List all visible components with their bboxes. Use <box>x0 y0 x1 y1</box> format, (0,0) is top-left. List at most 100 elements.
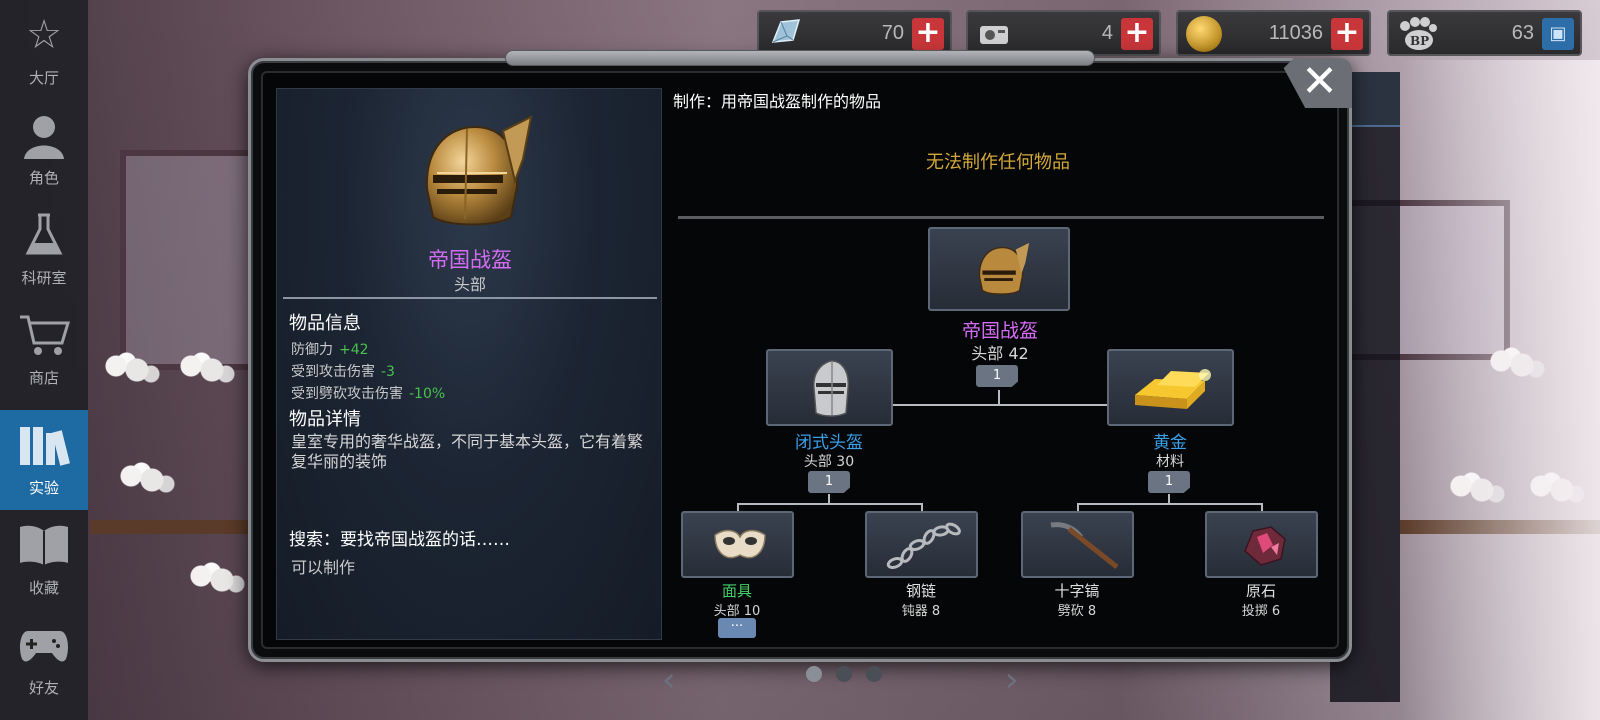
more-button[interactable]: ··· <box>718 618 756 638</box>
craft-title: 制作：用帝国战盔制作的物品 <box>673 92 882 111</box>
sidebar-item-label: 大厅 <box>28 69 59 87</box>
craft-node-slot[interactable] <box>1107 349 1234 426</box>
sidebar-item-label: 实验 <box>28 479 59 497</box>
craft-node-name: 十字镐 <box>1054 582 1100 600</box>
flask-icon <box>18 209 70 261</box>
craft-node-name: 面具 <box>721 582 752 600</box>
stat-value: -3 <box>381 364 395 380</box>
main-sidebar: ☆ 大厅 角色 科研室 商店 实验 收藏 好友 <box>0 0 88 720</box>
prev-page-button[interactable]: ‹ <box>662 660 676 700</box>
background-flower <box>180 560 250 600</box>
sidebar-item-research[interactable]: 科研室 <box>0 200 88 300</box>
books-icon <box>18 419 70 471</box>
currency-value: 70 <box>881 22 904 44</box>
divider <box>678 216 1324 219</box>
craft-node-sub: 材料 <box>1156 454 1184 470</box>
item-slot: 头部 <box>453 275 486 294</box>
background-flower <box>95 350 165 390</box>
item-name: 帝国战盔 <box>428 248 512 272</box>
craft-node-sub: 投掷 6 <box>1241 604 1281 619</box>
star-outline-icon: ☆ <box>26 12 62 58</box>
tree-connector <box>828 494 830 504</box>
quantity-badge: 1 <box>976 365 1018 387</box>
sidebar-item-label: 收藏 <box>28 579 59 597</box>
card-icon[interactable]: ▣ <box>1542 18 1574 50</box>
next-page-button[interactable]: › <box>1005 660 1019 700</box>
craft-root-slot[interactable] <box>928 227 1070 311</box>
stat-value: -10% <box>409 386 446 402</box>
plus-icon[interactable]: + <box>1331 18 1363 50</box>
page-dot[interactable] <box>866 666 882 682</box>
craft-node-sub: 头部 10 <box>713 604 761 619</box>
tree-connector <box>998 390 1000 405</box>
craft-node-slot[interactable] <box>681 511 794 578</box>
craft-node-slot[interactable] <box>1205 511 1318 578</box>
quantity-badge: 1 <box>808 471 850 493</box>
currency-value: 11036 <box>1268 22 1323 44</box>
dialog-drag-handle[interactable] <box>505 50 1095 66</box>
sidebar-item-friends[interactable]: 好友 <box>0 610 88 710</box>
sidebar-item-shop[interactable]: 商店 <box>0 300 88 400</box>
currency-value: 63 <box>1511 22 1534 44</box>
page-dot[interactable] <box>806 666 822 682</box>
open-book-icon <box>18 519 70 571</box>
sidebar-item-character[interactable]: 角色 <box>0 100 88 200</box>
gamepad-icon <box>18 619 70 671</box>
craft-node-sub: 头部 30 <box>803 454 855 470</box>
closed-helmet-icon <box>808 359 854 423</box>
stat-defense: 防御力 +42 <box>291 339 369 359</box>
golden-helmet-icon <box>407 109 537 239</box>
sidebar-item-experiment[interactable]: 实验 <box>0 410 88 510</box>
ore-stone-icon <box>1241 523 1289 573</box>
stat-label: 防御力 <box>291 342 333 358</box>
stat-value: +42 <box>339 342 369 358</box>
tree-connector <box>737 503 923 505</box>
currency-gold: 11036 + <box>1176 10 1371 56</box>
pickaxe-icon <box>1041 519 1121 579</box>
shopping-cart-icon <box>18 309 70 361</box>
sidebar-item-label: 好友 <box>28 679 59 697</box>
craft-node-name: 黄金 <box>1153 433 1187 453</box>
chain-icon <box>883 519 967 579</box>
background-flower <box>110 460 180 500</box>
plus-icon[interactable]: + <box>1121 18 1153 50</box>
search-heading: 搜索：要找帝国战盔的话…… <box>289 530 510 550</box>
chevron-left-icon: ‹ <box>662 660 676 700</box>
craft-node-name: 原石 <box>1245 582 1276 600</box>
chevron-right-icon: › <box>1005 660 1019 700</box>
sidebar-item-collection[interactable]: 收藏 <box>0 510 88 610</box>
gold-bars-icon <box>1129 365 1217 421</box>
craft-root-name: 帝国战盔 <box>961 320 1038 342</box>
item-detail-heading: 物品详情 <box>289 409 361 430</box>
divider <box>283 297 657 299</box>
tree-connector <box>1168 494 1170 504</box>
close-icon: ✕ <box>1301 56 1338 107</box>
background-table <box>90 520 250 534</box>
craft-root-sub: 头部 42 <box>971 344 1029 363</box>
sidebar-item-label: 角色 <box>28 169 59 187</box>
stat-label: 受到攻击伤害 <box>291 364 375 380</box>
craft-node-slot[interactable] <box>766 349 893 426</box>
item-detail-panel: 帝国战盔 头部 物品信息 防御力 +42 受到攻击伤害 -3 受到劈砍攻击伤害 -10… <box>276 88 662 640</box>
tree-connector <box>1077 503 1263 505</box>
item-description: 皇室专用的奢华战盔，不同于基本头盔，它有着繁复华丽的装饰 <box>291 432 644 471</box>
stat-attack-damage: 受到攻击伤害 -3 <box>291 361 395 381</box>
sidebar-item-label: 科研室 <box>21 269 67 287</box>
stat-label: 受到劈砍攻击伤害 <box>291 386 403 402</box>
background-flower <box>170 350 240 390</box>
mask-icon <box>713 525 767 569</box>
craft-empty-message: 无法制作任何物品 <box>926 152 1070 173</box>
stat-slash-damage: 受到劈砍攻击伤害 -10% <box>291 383 445 403</box>
craft-node-slot[interactable] <box>1021 511 1134 578</box>
currency-value: 4 <box>1101 22 1113 44</box>
quantity-badge: 1 <box>1148 471 1190 493</box>
craft-node-slot[interactable] <box>865 511 978 578</box>
golden-helmet-icon <box>970 239 1032 305</box>
plus-icon[interactable]: + <box>912 18 944 50</box>
character-portrait-icon <box>18 109 70 161</box>
craft-node-sub: 劈砍 8 <box>1057 604 1097 619</box>
sidebar-item-label: 商店 <box>28 369 59 387</box>
page-dot[interactable] <box>836 666 852 682</box>
sidebar-item-lobby[interactable]: ☆ 大厅 <box>0 0 88 100</box>
craft-node-name: 闭式头盔 <box>795 433 863 453</box>
